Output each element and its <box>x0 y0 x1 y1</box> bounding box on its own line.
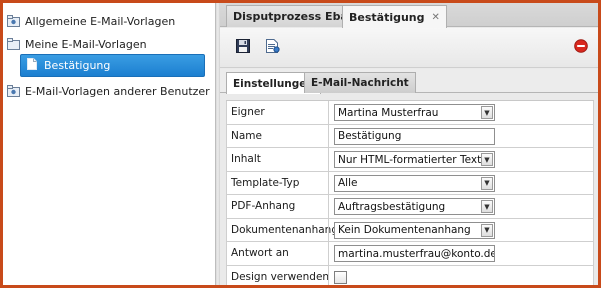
pdf-attachment-label: PDF-Anhang <box>231 200 296 213</box>
document-attachment-value: Kein Dokumentenanhang <box>338 224 471 236</box>
owner-select[interactable]: Martina Musterfrau ▼ <box>334 104 495 121</box>
chevron-down-icon[interactable]: ▼ <box>481 223 493 237</box>
form-row-template-type: Template-Typ Alle ▼ <box>226 171 594 195</box>
form-row-owner: Eigner Martina Musterfrau ▼ <box>226 101 594 125</box>
tab-label: Disputprozess Ebay <box>233 10 355 23</box>
name-label: Name <box>231 129 262 142</box>
tab-bestaetigung[interactable]: Bestätigung ✕ <box>342 5 447 28</box>
content-value: Nur HTML-formatierter Text <box>338 153 482 166</box>
owner-value: Martina Musterfrau <box>338 106 439 119</box>
tab-email-nachricht[interactable]: E-Mail-Nachricht <box>304 72 416 93</box>
template-tree: Allgemeine E-Mail-Vorlagen Meine E-Mail-… <box>3 3 216 285</box>
editor-panel: Disputprozess Ebay ✕ Bestätigung ✕ <box>220 3 598 285</box>
name-input[interactable]: Bestätigung <box>334 127 495 145</box>
chevron-down-icon[interactable]: ▼ <box>481 106 493 119</box>
tab-label: E-Mail-Nachricht <box>311 77 409 89</box>
delete-button[interactable] <box>572 38 590 56</box>
preview-button[interactable] <box>264 38 282 56</box>
form-row-name: Name Bestätigung <box>226 124 594 148</box>
folder-icon <box>7 85 20 97</box>
tab-label: Bestätigung <box>349 10 425 24</box>
tree-item-general-templates[interactable]: Allgemeine E-Mail-Vorlagen <box>7 11 175 31</box>
folder-icon <box>7 15 20 27</box>
template-type-select[interactable]: Alle ▼ <box>334 174 495 192</box>
name-value: Bestätigung <box>338 130 402 142</box>
form-row-reply-to: Antwort an martina.musterfrau@konto.de <box>226 242 594 266</box>
delete-icon <box>574 38 588 56</box>
form-row-pdf-attachment: PDF-Anhang Auftragsbestätigung ▼ <box>226 195 594 219</box>
tree-item-other-users-templates[interactable]: E-Mail-Vorlagen anderer Benutzer <box>7 81 210 101</box>
save-button[interactable] <box>234 38 252 56</box>
settings-form: Eigner Martina Musterfrau ▼ Name Bestäti… <box>226 100 594 285</box>
tree-item-bestaetigung[interactable]: Bestätigung <box>20 54 205 77</box>
tree-item-label: Bestätigung <box>44 59 111 72</box>
tree-item-label: E-Mail-Vorlagen anderer Benutzer <box>25 84 210 98</box>
tree-item-label: Meine E-Mail-Vorlagen <box>25 37 147 51</box>
tree-item-my-templates[interactable]: Meine E-Mail-Vorlagen <box>7 34 147 54</box>
template-type-value: Alle <box>338 177 358 189</box>
toolbar <box>220 28 598 68</box>
content-label: Inhalt <box>231 153 261 166</box>
subtab-strip: Einstellungen E-Mail-Nachricht <box>220 69 598 94</box>
reply-to-label: Antwort an <box>231 247 289 260</box>
content-select[interactable]: Nur HTML-formatierter Text ▼ <box>334 151 495 168</box>
pdf-attachment-select[interactable]: Auftragsbestätigung ▼ <box>334 198 495 215</box>
pdf-attachment-value: Auftragsbestätigung <box>338 200 446 213</box>
tree-item-label: Allgemeine E-Mail-Vorlagen <box>25 14 176 28</box>
preview-icon <box>265 38 281 57</box>
chevron-down-icon[interactable]: ▼ <box>481 200 493 213</box>
tab-strip: Disputprozess Ebay ✕ Bestätigung ✕ <box>220 3 598 28</box>
use-design-checkbox[interactable] <box>334 270 347 284</box>
folder-icon <box>7 38 20 50</box>
chevron-down-icon[interactable]: ▼ <box>481 176 493 190</box>
form-row-document-attachment: Dokumentenanhang Kein Dokumentenanhang ▼ <box>226 218 594 242</box>
reply-to-input[interactable]: martina.musterfrau@konto.de <box>334 245 495 262</box>
document-attachment-select[interactable]: Kein Dokumentenanhang ▼ <box>334 221 495 239</box>
use-design-label: Design verwenden <box>231 270 330 283</box>
owner-label: Eigner <box>231 106 265 119</box>
reply-to-value: martina.musterfrau@konto.de <box>338 247 495 260</box>
tab-label: Einstellungen <box>233 77 314 90</box>
document-icon <box>27 58 37 73</box>
template-type-label: Template-Typ <box>231 176 300 189</box>
app-window: Allgemeine E-Mail-Vorlagen Meine E-Mail-… <box>3 3 598 285</box>
save-icon <box>236 38 250 56</box>
chevron-down-icon[interactable]: ▼ <box>481 153 493 166</box>
form-row-content: Inhalt Nur HTML-formatierter Text ▼ <box>226 148 594 172</box>
form-row-use-design: Design verwenden <box>226 265 594 285</box>
close-icon[interactable]: ✕ <box>432 12 440 23</box>
document-attachment-label: Dokumentenanhang <box>231 223 338 236</box>
